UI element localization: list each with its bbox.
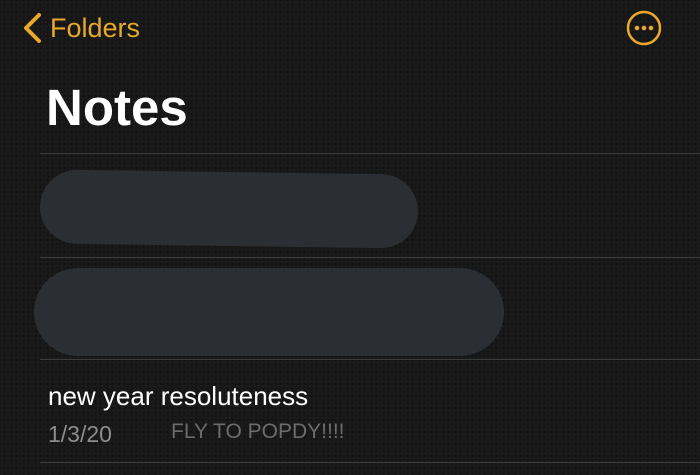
note-title: new year resoluteness bbox=[48, 381, 309, 411]
redacted-note-2[interactable] bbox=[34, 268, 504, 356]
divider bbox=[40, 462, 700, 463]
note-date: 1/3/20 bbox=[48, 421, 112, 447]
back-button[interactable]: Folders bbox=[20, 8, 140, 48]
chevron-left-icon bbox=[24, 13, 41, 43]
more-options-button[interactable] bbox=[626, 10, 662, 46]
ellipsis-circle-icon bbox=[626, 10, 662, 46]
redacted-note-1[interactable] bbox=[39, 169, 419, 249]
divider bbox=[40, 257, 700, 258]
back-button-label: Folders bbox=[50, 12, 141, 43]
note-preview: FLY TO POPDY!!!! bbox=[171, 420, 345, 443]
note-list-item[interactable]: new year resoluteness 1/3/20 FLY TO POPD… bbox=[0, 360, 700, 460]
page-title: Notes bbox=[46, 79, 188, 136]
divider bbox=[40, 153, 700, 154]
